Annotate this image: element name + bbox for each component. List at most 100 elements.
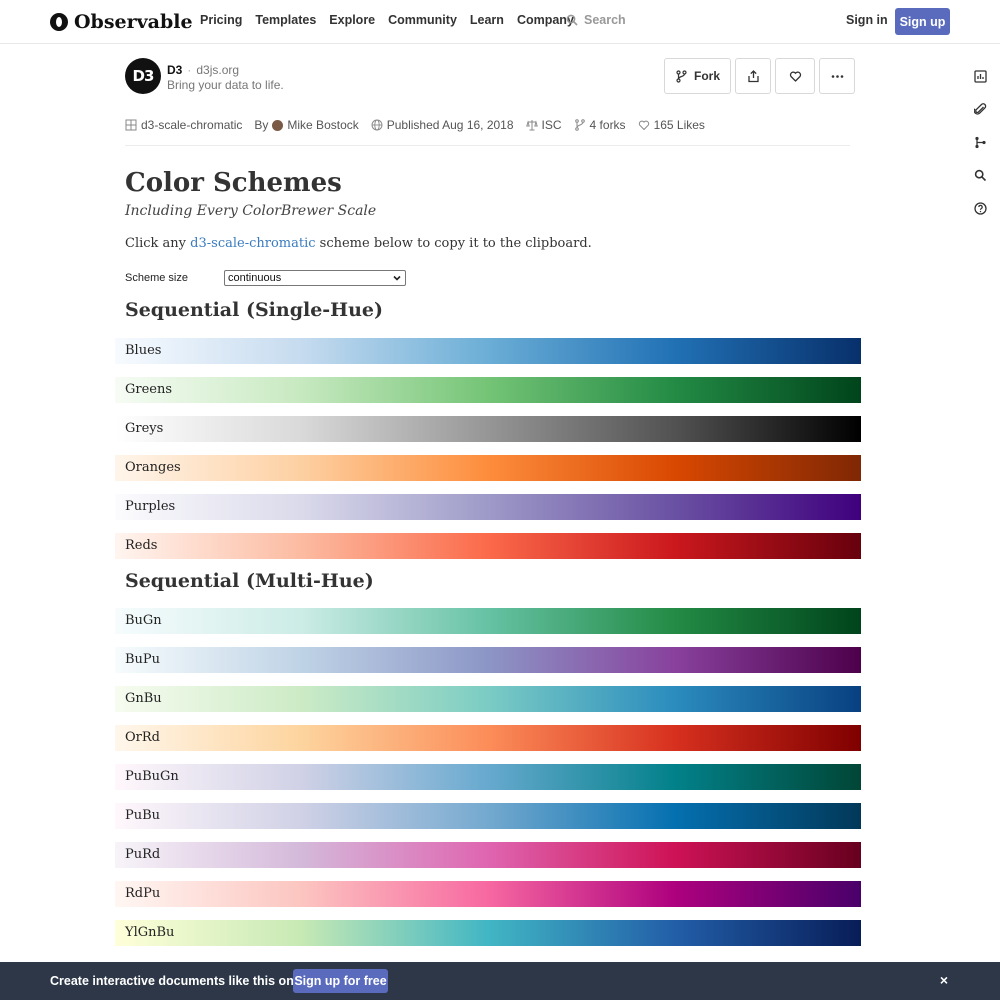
observable-logo-icon (50, 13, 68, 31)
scheme-label: YlGnBu (125, 925, 175, 940)
scheme-ramp-bugn[interactable]: BuGn (115, 608, 861, 634)
fork-icon (676, 69, 687, 83)
d3-scale-chromatic-link[interactable]: d3-scale-chromatic (190, 236, 315, 251)
nav-link-learn[interactable]: Learn (470, 13, 504, 27)
author-link[interactable]: By Mike Bostock (254, 118, 358, 132)
author-avatar (272, 119, 284, 131)
scheme-label: GnBu (125, 691, 162, 706)
collection-icon (125, 119, 137, 131)
scheme-size-select[interactable]: continuous (224, 270, 406, 286)
owner-separator: · (187, 63, 192, 77)
scheme-size-label: Scheme size (125, 272, 188, 284)
attachment-icon[interactable] (970, 99, 990, 119)
search-placeholder: Search (584, 13, 626, 27)
share-icon (747, 69, 759, 82)
scheme-label: OrRd (125, 730, 160, 745)
owner-name[interactable]: D3 (167, 63, 182, 77)
find-icon[interactable] (970, 165, 990, 185)
owner-tagline: Bring your data to life. (167, 78, 284, 92)
heart-icon (789, 71, 801, 82)
nav-link-pricing[interactable]: Pricing (200, 13, 242, 27)
scheme-label: Greens (125, 382, 173, 397)
scheme-label: BuGn (125, 613, 162, 628)
scheme-ramp-greens[interactable]: Greens (115, 377, 861, 403)
scheme-ramp-pubu[interactable]: PuBu (115, 803, 861, 829)
license-link[interactable]: ISC (525, 118, 562, 132)
intro-after: scheme below to copy it to the clipboard… (315, 236, 592, 251)
scheme-label: Oranges (125, 460, 181, 475)
history-branch-icon[interactable] (970, 132, 990, 152)
signin-link[interactable]: Sign in (846, 13, 888, 27)
collection-link[interactable]: d3-scale-chromatic (125, 118, 242, 132)
notebook-actions: Fork (664, 58, 855, 95)
scheme-ramp-gnbu[interactable]: GnBu (115, 686, 861, 712)
scheme-ramp-rdpu[interactable]: RdPu (115, 881, 861, 907)
section-sequential-multi-hue: Sequential (Multi-Hue) (125, 570, 374, 592)
scheme-ramp-reds[interactable]: Reds (115, 533, 861, 559)
heart-icon (638, 120, 649, 130)
top-nav: Observable Pricing Templates Explore Com… (0, 0, 1000, 44)
scheme-size-value: continuous (228, 272, 282, 284)
search-icon (566, 14, 578, 26)
scheme-ramp-pubugn[interactable]: PuBuGn (115, 764, 861, 790)
scheme-label: Purples (125, 499, 176, 514)
d3-avatar[interactable]: D3 (125, 58, 161, 94)
more-icon (831, 74, 843, 78)
scheme-label: Greys (125, 421, 164, 436)
banner-signup-button[interactable]: Sign up for free (293, 969, 388, 993)
notebook-meta: d3-scale-chromatic By Mike Bostock Publi… (125, 117, 717, 133)
like-button[interactable] (775, 58, 815, 94)
chevron-down-icon (393, 275, 401, 281)
scheme-label: Reds (125, 538, 158, 553)
author-name: Mike Bostock (287, 118, 359, 132)
intro-before: Click any (125, 236, 191, 251)
page-title: Color Schemes (125, 168, 342, 198)
published-date: Published Aug 16, 2018 (386, 118, 514, 132)
help-icon[interactable] (970, 198, 990, 218)
nav-link-templates[interactable]: Templates (255, 13, 316, 27)
scheme-ramp-orrd[interactable]: OrRd (115, 725, 861, 751)
observable-logo[interactable]: Observable (50, 10, 193, 34)
minimap-icon[interactable] (970, 66, 990, 86)
owner-site-link[interactable]: d3js.org (196, 63, 239, 77)
scheme-label: PuBu (125, 808, 161, 823)
signup-button[interactable]: Sign up (895, 8, 950, 35)
right-rail (970, 66, 992, 231)
fork-label: Fork (693, 69, 720, 83)
scheme-ramp-greys[interactable]: Greys (115, 416, 861, 442)
nav-link-community[interactable]: Community (388, 13, 457, 27)
header-divider (125, 145, 850, 146)
scheme-ramp-oranges[interactable]: Oranges (115, 455, 861, 481)
scheme-ramp-bupu[interactable]: BuPu (115, 647, 861, 673)
section-sequential-single-hue: Sequential (Single-Hue) (125, 299, 384, 321)
close-icon[interactable]: × (937, 973, 951, 987)
scheme-label: PuBuGn (125, 769, 179, 784)
fork-icon (574, 119, 585, 131)
scheme-label: Blues (125, 343, 162, 358)
likes-count: 165 Likes (653, 118, 705, 132)
more-button[interactable] (819, 58, 855, 94)
search-input[interactable]: Search (566, 13, 626, 27)
scheme-ramp-purples[interactable]: Purples (115, 494, 861, 520)
collection-name: d3-scale-chromatic (141, 118, 243, 132)
published-info: Published Aug 16, 2018 (371, 118, 514, 132)
banner-text: Create interactive documents like this o… (50, 974, 305, 988)
scheme-ramp-blues[interactable]: Blues (115, 338, 861, 364)
nav-link-explore[interactable]: Explore (329, 13, 375, 27)
notebook-owner: D3 · d3js.org (167, 63, 239, 77)
likes-link[interactable]: 165 Likes (638, 118, 705, 132)
forks-count: 4 forks (589, 118, 626, 132)
by-label: By (254, 118, 269, 132)
scheme-ramp-ylgnbu[interactable]: YlGnBu (115, 920, 861, 946)
nav-links: Pricing Templates Explore Community Lear… (200, 13, 574, 27)
intro-text: Click any d3-scale-chromatic scheme belo… (125, 236, 592, 251)
forks-link[interactable]: 4 forks (574, 118, 626, 132)
share-button[interactable] (735, 58, 771, 94)
logo-text: Observable (74, 11, 193, 33)
license-name: ISC (541, 118, 562, 132)
scheme-label: PuRd (125, 847, 161, 862)
fork-button[interactable]: Fork (664, 58, 731, 94)
scheme-ramp-purd[interactable]: PuRd (115, 842, 861, 868)
page-subtitle: Including Every ColorBrewer Scale (125, 203, 377, 219)
globe-icon (371, 119, 383, 131)
